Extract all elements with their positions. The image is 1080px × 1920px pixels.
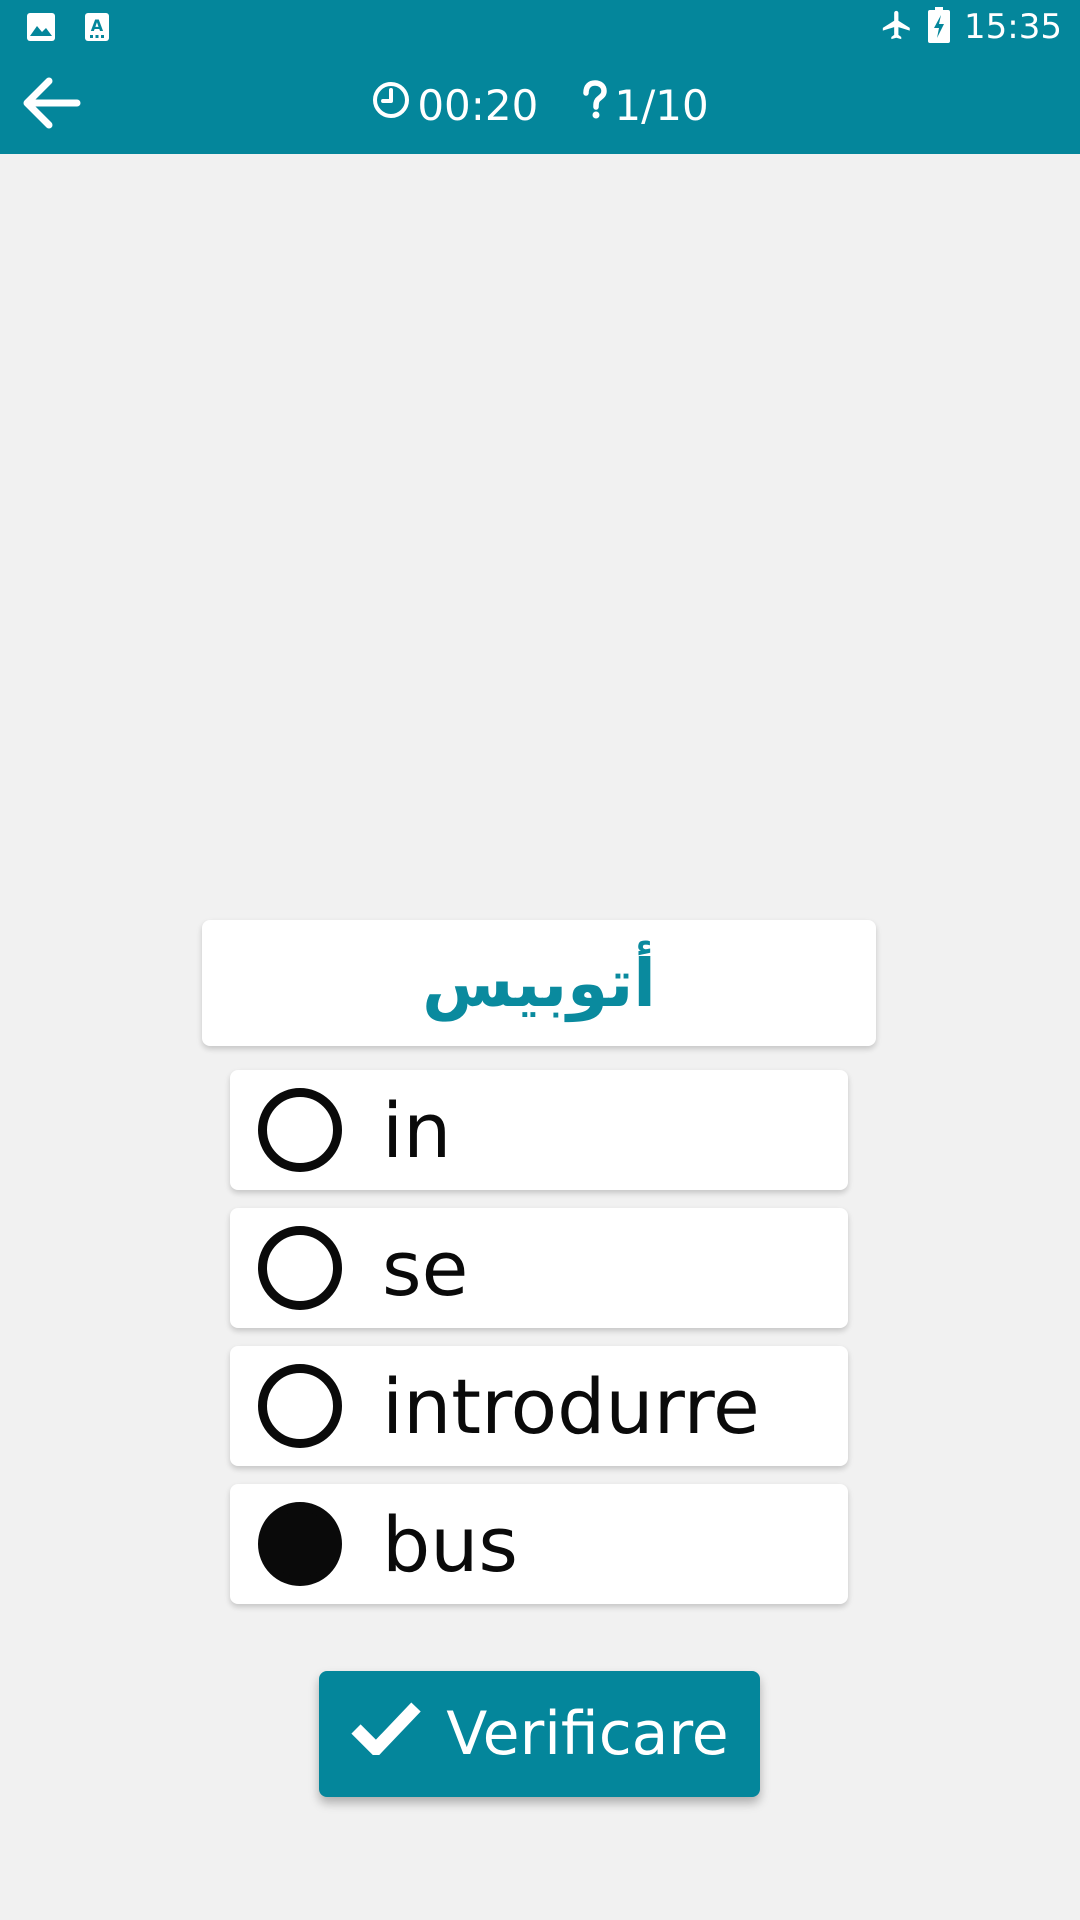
- status-bar-right: 15:35: [880, 6, 1062, 48]
- question-mark-icon: [582, 80, 608, 130]
- answer-option-2[interactable]: se: [230, 1208, 848, 1328]
- clock-icon: [371, 80, 411, 130]
- verify-button[interactable]: Verificare: [319, 1671, 760, 1797]
- battery-charging-icon: [928, 7, 951, 47]
- answer-option-4[interactable]: bus: [230, 1484, 848, 1604]
- radio-selected-icon[interactable]: [258, 1502, 342, 1586]
- top-bar: A 15:35 00:20 1/10: [0, 0, 1080, 154]
- question-word-card: أتوبيس: [202, 920, 876, 1046]
- back-button[interactable]: [16, 70, 86, 140]
- checkmark-icon: [350, 1699, 422, 1770]
- verify-button-label: Verificare: [446, 1699, 729, 1769]
- text-app-icon: A: [84, 12, 110, 46]
- answer-option-label: in: [382, 1085, 452, 1175]
- radio-unselected-icon[interactable]: [258, 1364, 342, 1448]
- answer-option-label: introdurre: [382, 1361, 760, 1451]
- answer-option-label: bus: [382, 1499, 519, 1589]
- app-bar: 00:20 1/10: [0, 56, 1080, 154]
- question-progress: 1/10: [582, 80, 709, 130]
- answer-option-3[interactable]: introdurre: [230, 1346, 848, 1466]
- airplane-icon: [880, 8, 914, 46]
- svg-text:A: A: [91, 16, 104, 35]
- arrow-left-icon: [21, 77, 81, 133]
- timer-value: 00:20: [417, 80, 539, 130]
- quiz-meta: 00:20 1/10: [0, 56, 1080, 154]
- status-bar-left: A: [26, 12, 110, 46]
- timer: 00:20: [371, 80, 538, 130]
- status-time: 15:35: [964, 7, 1062, 47]
- question-word: أتوبيس: [422, 944, 656, 1022]
- image-icon: [26, 12, 56, 46]
- answer-option-label: se: [382, 1223, 469, 1313]
- radio-unselected-icon[interactable]: [258, 1226, 342, 1310]
- radio-unselected-icon[interactable]: [258, 1088, 342, 1172]
- answer-option-1[interactable]: in: [230, 1070, 848, 1190]
- progress-value: 1/10: [614, 80, 709, 130]
